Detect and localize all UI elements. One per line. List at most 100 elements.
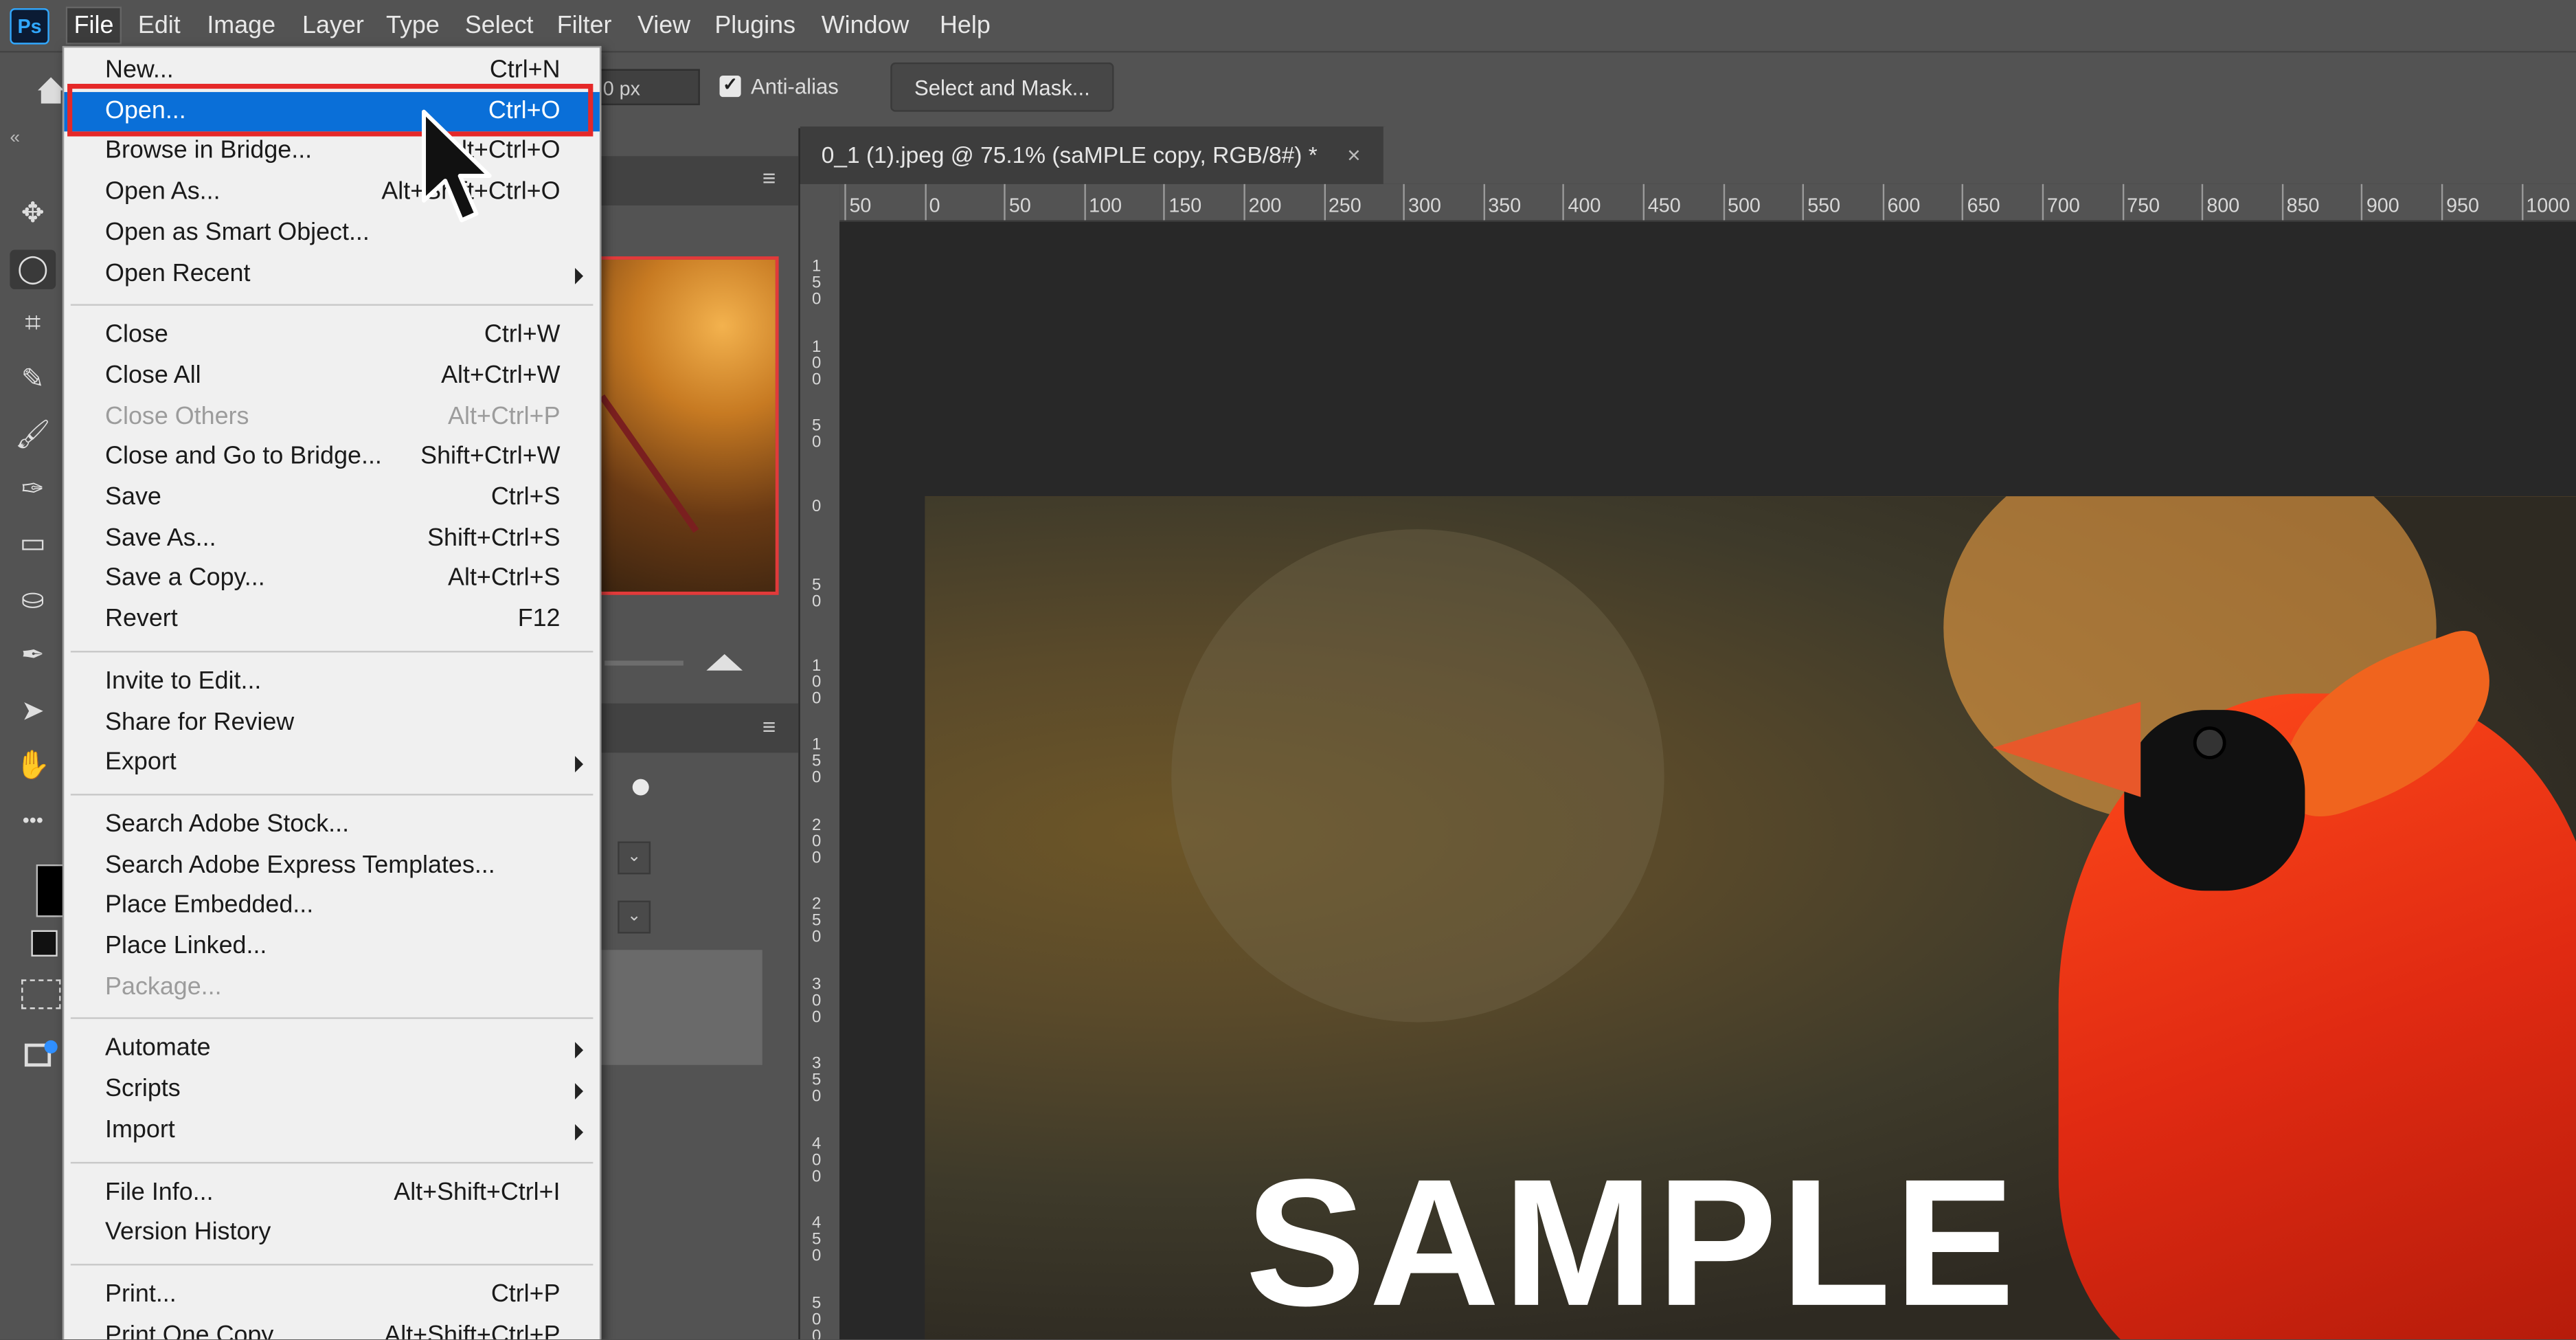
menu-item-shortcut: Alt+Ctrl+W bbox=[441, 361, 561, 390]
submenu-arrow-icon bbox=[575, 1124, 584, 1141]
brush-icon[interactable]: 🖌 bbox=[13, 416, 52, 455]
feather-input[interactable]: 0 px bbox=[594, 69, 700, 106]
menu-item-label: Close and Go to Bridge... bbox=[105, 443, 382, 471]
ruler-tick-label: 600 bbox=[1882, 183, 1921, 221]
menu-item-place-linked[interactable]: Place Linked... bbox=[64, 927, 600, 966]
menu-item-save-as[interactable]: Save As... Shift+Ctrl+S bbox=[64, 519, 600, 558]
submenu-arrow-icon bbox=[575, 756, 584, 773]
menu-item-close-and-go-to-bridge[interactable]: Close and Go to Bridge... Shift+Ctrl+W bbox=[64, 438, 600, 477]
document-tab-title[interactable]: 0_1 (1).jpeg @ 75.1% (saMPLE copy, RGB/8… bbox=[822, 142, 1318, 168]
tab-strip bbox=[1383, 126, 2576, 184]
menu-item-search-adobe-stock[interactable]: Search Adobe Stock... bbox=[64, 805, 600, 845]
quick-mask-icon[interactable] bbox=[21, 979, 61, 1009]
menu-item-shortcut: Ctrl+S bbox=[490, 483, 561, 511]
dropdown-arrow-icon[interactable]: ⌄ bbox=[618, 841, 651, 875]
menu-edit[interactable]: Edit bbox=[131, 8, 187, 43]
menu-layer[interactable]: Layer bbox=[295, 8, 370, 43]
panel-menu-icon[interactable]: ≡ bbox=[762, 713, 776, 739]
ruler-tick-label: 400 bbox=[1563, 183, 1601, 221]
menu-window[interactable]: Window bbox=[815, 8, 916, 43]
menu-item-print-one-copy[interactable]: Print One Copy Alt+Shift+Ctrl+P bbox=[64, 1316, 600, 1339]
document-image[interactable]: SAMPLE bbox=[925, 496, 2576, 1340]
ruler-tick-label: 0 bbox=[811, 497, 822, 515]
ruler-tick-label: 450 bbox=[1642, 183, 1681, 221]
menu-item-save-a-copy[interactable]: Save a Copy... Alt+Ctrl+S bbox=[64, 559, 600, 599]
ruler-tick-label: 350 bbox=[1483, 183, 1522, 221]
slider-handle[interactable] bbox=[632, 779, 649, 796]
zoom-in-icon[interactable] bbox=[706, 654, 743, 671]
ruler-tick-label: 800 bbox=[2202, 183, 2240, 221]
ruler-tick-label: 300 bbox=[811, 975, 822, 1027]
hand-icon[interactable]: ✋ bbox=[13, 746, 52, 785]
menu-item-print[interactable]: Print... Ctrl+P bbox=[64, 1275, 600, 1315]
menu-item-close-all[interactable]: Close All Alt+Ctrl+W bbox=[64, 357, 600, 396]
menu-item-close[interactable]: Close Ctrl+W bbox=[64, 316, 600, 355]
screen-mode-icon[interactable] bbox=[23, 1038, 59, 1071]
menu-plugins[interactable]: Plugins bbox=[708, 8, 802, 43]
menu-file[interactable]: File bbox=[65, 6, 122, 45]
menu-item-file-info[interactable]: File Info... Alt+Shift+Ctrl+I bbox=[64, 1172, 600, 1211]
select-and-mask-button[interactable]: Select and Mask... bbox=[890, 62, 1114, 112]
ruler-tick-label: 400 bbox=[811, 1135, 822, 1186]
menu-item-shortcut: Alt+Ctrl+P bbox=[448, 401, 561, 430]
crop-icon[interactable]: ⌗ bbox=[13, 304, 52, 343]
menu-item-revert[interactable]: Revert F12 bbox=[64, 600, 600, 639]
menu-item-label: Version History bbox=[105, 1218, 271, 1247]
menu-item-open-as[interactable]: Open As... Alt+Shift+Ctrl+O bbox=[64, 172, 600, 212]
close-tab-icon[interactable]: × bbox=[1347, 142, 1361, 168]
dropdown-arrow-icon[interactable]: ⌄ bbox=[618, 900, 651, 934]
healing-brush-icon[interactable]: ✑ bbox=[13, 470, 52, 509]
ruler-tick-label: 1000 bbox=[2521, 183, 2571, 221]
collapse-panel-icon[interactable]: « bbox=[10, 129, 20, 148]
layer-row[interactable] bbox=[594, 950, 762, 1065]
ruler-tick-label: 700 bbox=[2042, 183, 2080, 221]
ruler-tick-label: 300 bbox=[1403, 183, 1441, 221]
menu-item-label: Search Adobe Express Templates... bbox=[105, 850, 495, 879]
menu-item-browse-in-bridge[interactable]: Browse in Bridge... Alt+Ctrl+O bbox=[64, 132, 600, 171]
menu-item-open-as-smart-object[interactable]: Open as Smart Object... bbox=[64, 213, 600, 252]
ruler-tick-label: 550 bbox=[1803, 183, 1841, 221]
menu-item-version-history[interactable]: Version History bbox=[64, 1213, 600, 1252]
paint-bucket-icon[interactable]: ⛀ bbox=[13, 580, 52, 619]
menu-item-search-adobe-express-templates[interactable]: Search Adobe Express Templates... bbox=[64, 846, 600, 885]
gradient-icon[interactable]: ▭ bbox=[13, 524, 52, 563]
eyedropper-icon[interactable]: ✎ bbox=[13, 360, 52, 399]
more-tools-icon[interactable]: ••• bbox=[13, 801, 52, 840]
menu-image[interactable]: Image bbox=[201, 8, 282, 43]
zoom-slider[interactable] bbox=[605, 660, 683, 666]
menu-item-scripts[interactable]: Scripts bbox=[64, 1070, 600, 1109]
move-icon[interactable]: ✥ bbox=[13, 194, 52, 233]
cardinal-eye bbox=[2193, 726, 2226, 759]
menu-type[interactable]: Type bbox=[379, 8, 446, 43]
photoshop-logo-icon[interactable]: Ps bbox=[10, 8, 49, 45]
ruler-tick-label: 200 bbox=[811, 816, 822, 867]
menu-item-label: Export bbox=[105, 748, 177, 777]
pen-icon[interactable]: ✒ bbox=[13, 636, 52, 675]
menu-item-label: Search Adobe Stock... bbox=[105, 809, 350, 838]
menu-item-open-recent[interactable]: Open Recent bbox=[64, 254, 600, 293]
menu-help[interactable]: Help bbox=[933, 8, 997, 43]
panel-menu-icon[interactable]: ≡ bbox=[762, 164, 776, 190]
swap-colors-icon[interactable] bbox=[31, 930, 58, 957]
foreground-color-swatch[interactable] bbox=[36, 864, 66, 917]
menu-view[interactable]: View bbox=[631, 8, 697, 43]
menu-item-invite-to-edit[interactable]: Invite to Edit... bbox=[64, 662, 600, 701]
menu-select[interactable]: Select bbox=[458, 8, 540, 43]
ruler-tick-label: 50 bbox=[1004, 183, 1031, 221]
path-selection-icon[interactable]: ➤ bbox=[13, 692, 52, 731]
menu-item-label: Open Recent bbox=[105, 258, 251, 287]
menu-item-place-embedded[interactable]: Place Embedded... bbox=[64, 886, 600, 926]
lasso-icon[interactable]: ◯ bbox=[10, 249, 56, 289]
menu-item-share-for-review[interactable]: Share for Review bbox=[64, 702, 600, 741]
ruler-tick-label: 500 bbox=[1722, 183, 1761, 221]
menu-item-label: Place Embedded... bbox=[105, 891, 314, 919]
anti-alias-checkbox[interactable]: ✓ bbox=[719, 76, 741, 98]
menu-separator bbox=[70, 304, 594, 306]
menu-item-save[interactable]: Save Ctrl+S bbox=[64, 478, 600, 517]
menu-item-automate[interactable]: Automate bbox=[64, 1029, 600, 1069]
menu-item-export[interactable]: Export bbox=[64, 743, 600, 782]
menu-filter[interactable]: Filter bbox=[550, 8, 618, 43]
menu-item-import[interactable]: Import bbox=[64, 1110, 600, 1150]
submenu-arrow-icon bbox=[575, 267, 584, 284]
menu-item-shortcut: Alt+Shift+Ctrl+I bbox=[394, 1177, 561, 1206]
